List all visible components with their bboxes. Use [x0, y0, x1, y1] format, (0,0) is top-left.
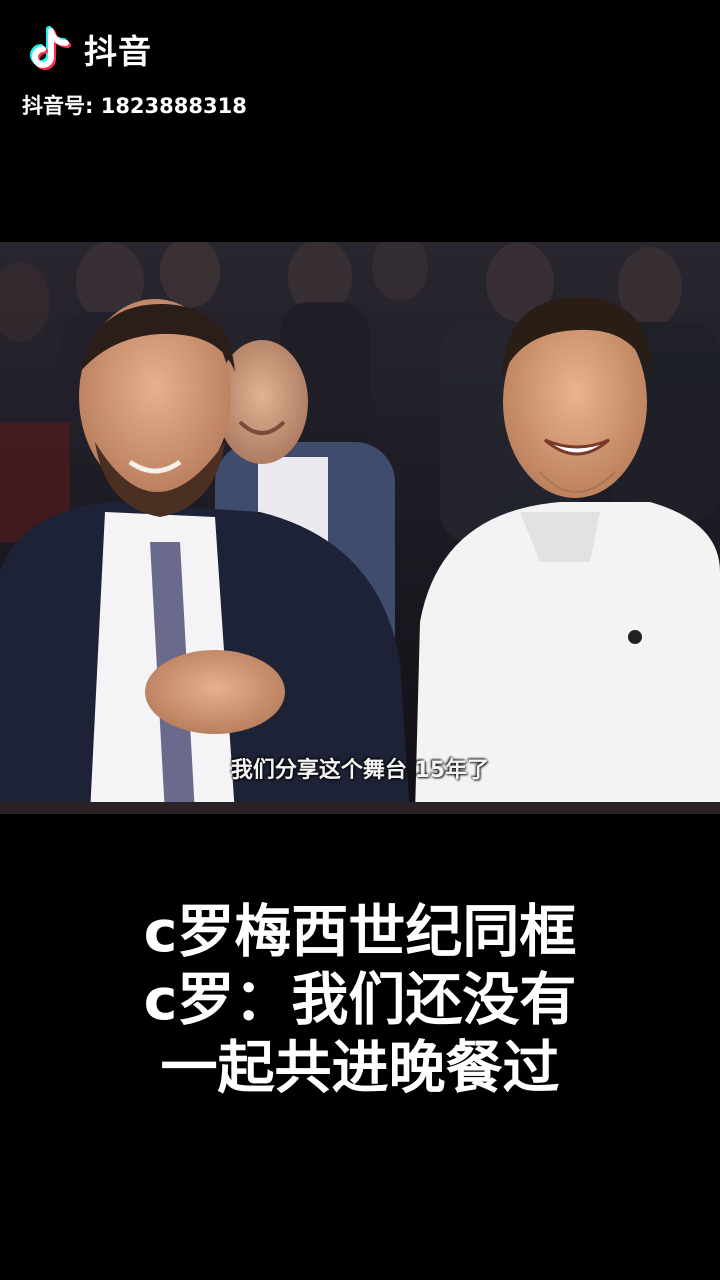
video-frame[interactable]: 我们分享这个舞台 15年了	[0, 242, 720, 814]
douyin-watermark: 抖音 抖音号: 1823888318	[22, 18, 282, 118]
caption-line-2: c罗：我们还没有	[143, 967, 577, 1033]
caption-line-3: 一起共进晚餐过	[160, 1035, 560, 1101]
watermark-logo-row: 抖音	[22, 18, 282, 80]
caption-line-1: c罗梅西世纪同框	[143, 899, 577, 965]
account-id: 抖音号: 1823888318	[22, 94, 247, 118]
video-subtitle: 我们分享这个舞台 15年了	[230, 758, 490, 783]
video-scene	[0, 242, 720, 814]
douyin-logo-icon	[30, 26, 71, 70]
app-name: 抖音	[84, 32, 152, 71]
caption-block: c罗梅西世纪同框 c罗：我们还没有 一起共进晚餐过	[0, 898, 720, 1102]
